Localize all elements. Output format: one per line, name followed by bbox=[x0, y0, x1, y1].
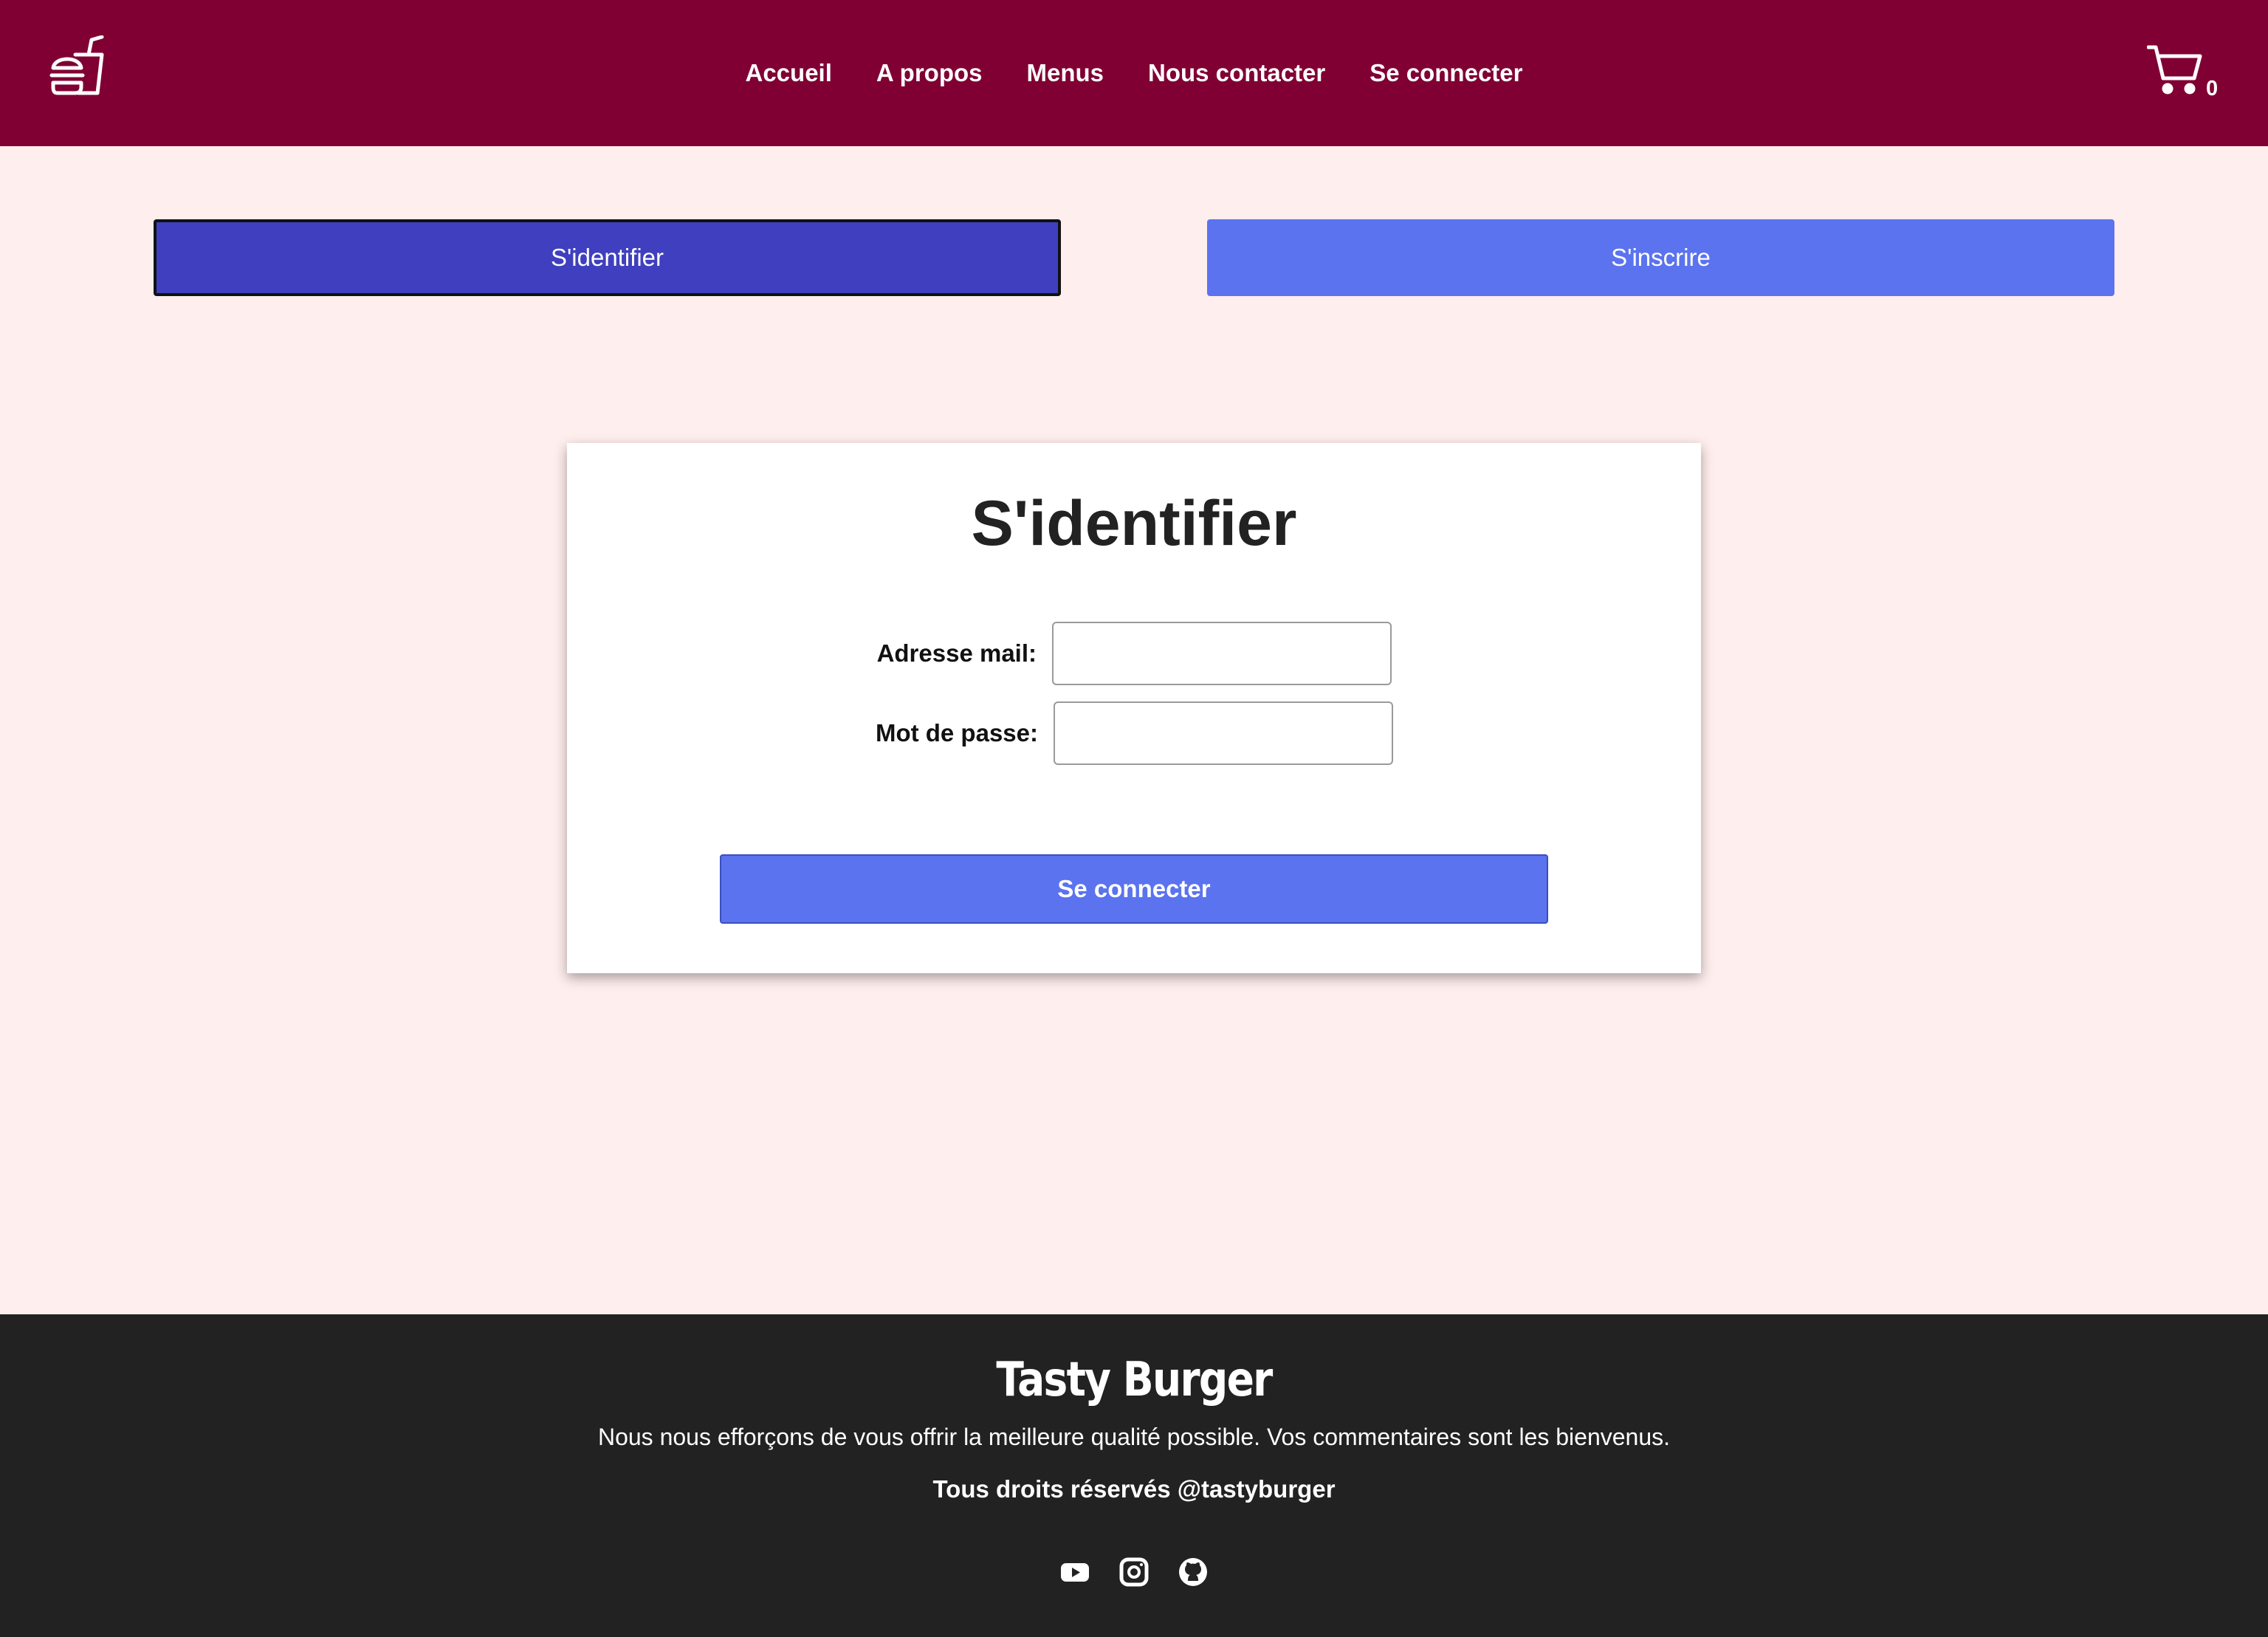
login-title: S'identifier bbox=[971, 488, 1297, 559]
nav-a-propos[interactable]: A propos bbox=[876, 56, 983, 90]
login-card: S'identifier Adresse mail: Mot de passe:… bbox=[567, 443, 1701, 973]
nav-accueil[interactable]: Accueil bbox=[746, 56, 832, 90]
password-field[interactable] bbox=[1054, 701, 1393, 765]
github-icon[interactable] bbox=[1178, 1557, 1209, 1588]
nav-se-connecter[interactable]: Se connecter bbox=[1370, 56, 1522, 90]
social-links bbox=[0, 1557, 2268, 1590]
footer-brand: Tasty Burger bbox=[996, 1353, 1273, 1407]
tab-register-button[interactable]: S'inscrire bbox=[1207, 219, 2114, 296]
cart-count-badge: 0 bbox=[2206, 77, 2219, 100]
footer-tagline: Nous nous efforçons de vous offrir la me… bbox=[597, 1424, 1671, 1450]
site-header: Accueil A propos Menus Nous contacter Se… bbox=[0, 0, 2268, 146]
email-label: Adresse mail: bbox=[876, 639, 1037, 667]
nav-menus[interactable]: Menus bbox=[1027, 56, 1104, 90]
cart-icon[interactable] bbox=[2147, 44, 2203, 96]
site-footer: Tasty Burger Nous nous efforçons de vous… bbox=[0, 1314, 2268, 1637]
email-field[interactable] bbox=[1052, 622, 1392, 685]
password-label: Mot de passe: bbox=[875, 719, 1038, 747]
main-nav: Accueil A propos Menus Nous contacter Se… bbox=[0, 0, 2268, 146]
tab-login-button[interactable]: S'identifier bbox=[154, 219, 1061, 296]
page: Accueil A propos Menus Nous contacter Se… bbox=[0, 0, 2268, 1637]
footer-rights: Tous droits réservés @tastyburger bbox=[932, 1475, 1336, 1503]
nav-nous-contacter[interactable]: Nous contacter bbox=[1148, 56, 1325, 90]
login-submit-button[interactable]: Se connecter bbox=[720, 854, 1548, 924]
youtube-icon[interactable] bbox=[1059, 1557, 1090, 1588]
instagram-icon[interactable] bbox=[1118, 1557, 1150, 1588]
